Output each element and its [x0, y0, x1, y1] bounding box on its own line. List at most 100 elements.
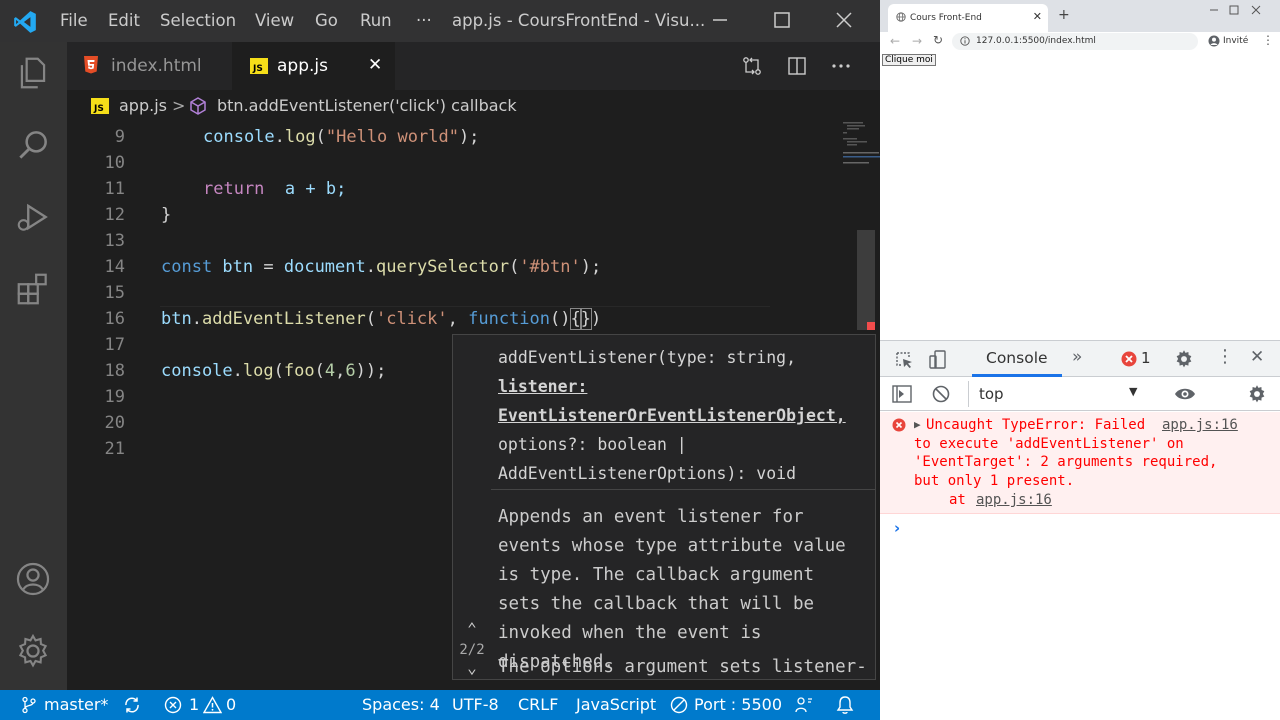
clear-console-icon[interactable]: [932, 385, 950, 403]
breadcrumb-symbol[interactable]: btn.addEventListener('click') callback: [217, 96, 517, 115]
context-selector[interactable]: top ▼: [968, 381, 1146, 407]
new-tab-icon[interactable]: +: [1058, 7, 1070, 23]
breadcrumb-file[interactable]: app.js: [119, 96, 167, 115]
menu-go[interactable]: Go: [315, 11, 338, 30]
line-number: 13: [104, 231, 125, 251]
code-line-16: btn.addEventListener('click', function()…: [161, 308, 602, 330]
line-number: 18: [104, 361, 125, 381]
minimize-icon[interactable]: [708, 8, 732, 32]
menu-view[interactable]: View: [255, 11, 294, 30]
vscode-window: File Edit Selection View Go Run ··· app.…: [0, 0, 880, 720]
menu-more[interactable]: ···: [416, 11, 432, 30]
end-of-line[interactable]: CRLF: [518, 695, 558, 714]
console-settings-icon[interactable]: [1246, 383, 1268, 405]
chrome-menu-icon[interactable]: ⋮: [1262, 33, 1274, 47]
tab-console[interactable]: Console: [986, 349, 1048, 367]
no-entry-icon: [670, 696, 688, 714]
menu-edit[interactable]: Edit: [108, 11, 140, 30]
inspect-element-icon[interactable]: [894, 350, 914, 370]
window-title: app.js - CoursFrontEnd - Visu...: [452, 11, 706, 30]
close-devtools-icon[interactable]: ✕: [1250, 347, 1264, 367]
chrome-window-controls[interactable]: [1206, 4, 1266, 16]
git-branch[interactable]: master*: [44, 695, 108, 714]
indentation[interactable]: Spaces: 4: [362, 695, 440, 714]
more-tabs-icon[interactable]: »: [1072, 347, 1082, 367]
scrollbar-error-marker: [867, 322, 875, 330]
run-debug-icon[interactable]: [14, 198, 52, 236]
stack-source-link[interactable]: app.js:16: [976, 492, 1052, 508]
html5-icon: [84, 56, 98, 74]
console-prompt[interactable]: ›: [894, 519, 900, 537]
url-text: 127.0.0.1:5500/index.html: [976, 36, 1096, 46]
hover-documentation-continued: The options argument sets listener-: [498, 657, 867, 677]
code-editor[interactable]: 9 10 11 12 13 14 15 16 17 18 19 20 21 co…: [67, 122, 880, 690]
menu-selection[interactable]: Selection: [160, 11, 236, 30]
browser-tab[interactable]: Cours Front-End ✕: [888, 4, 1048, 32]
device-toolbar-icon[interactable]: [928, 349, 948, 371]
line-number: 15: [104, 283, 125, 303]
split-editor-icon[interactable]: [785, 54, 809, 78]
compare-changes-icon[interactable]: [740, 54, 764, 78]
tab-app-js[interactable]: JS app.js ✕: [232, 42, 395, 90]
account-icon[interactable]: [14, 560, 52, 598]
previous-signature-icon[interactable]: ⌃: [453, 619, 491, 638]
explorer-icon[interactable]: [14, 54, 52, 92]
more-actions-icon[interactable]: [829, 54, 853, 78]
profile-avatar-icon[interactable]: [1208, 35, 1220, 47]
reload-icon[interactable]: ↻: [933, 33, 943, 47]
extensions-icon[interactable]: [14, 270, 52, 308]
status-bar: master* 1 0 Spaces: 4 UTF-8 CRLF JavaScr…: [0, 690, 880, 720]
signature-navigator: ⌃ 2/2 ⌄: [453, 619, 491, 677]
feedback-person-icon[interactable]: [794, 696, 814, 714]
next-signature-icon[interactable]: ⌄: [453, 658, 491, 677]
tab-label: index.html: [111, 56, 202, 76]
notifications-bell-icon[interactable]: [836, 695, 854, 715]
error-badge-count[interactable]: 1: [1141, 349, 1151, 367]
tab-label: app.js: [277, 56, 328, 76]
line-number: 12: [104, 205, 125, 225]
console-error-message: ▶ Uncaught TypeError: Failed app.js:16 t…: [880, 412, 1280, 514]
error-badge-icon[interactable]: [1121, 351, 1137, 367]
signature-counter: 2/2: [459, 642, 485, 658]
encoding[interactable]: UTF-8: [452, 695, 499, 714]
address-bar[interactable]: 127.0.0.1:5500/index.html: [952, 33, 1198, 50]
tab-close-icon[interactable]: ✕: [368, 55, 382, 75]
tab-index-html[interactable]: index.html: [67, 42, 232, 90]
menu-run[interactable]: Run: [360, 11, 392, 30]
symbol-cube-icon: [190, 97, 206, 115]
show-sidebar-icon[interactable]: [892, 385, 912, 403]
profile-label[interactable]: Invité: [1223, 36, 1248, 46]
browser-tab-close-icon[interactable]: ✕: [1033, 10, 1042, 23]
search-icon[interactable]: [14, 126, 52, 164]
maximize-icon[interactable]: [770, 8, 794, 32]
error-source-link[interactable]: app.js:16: [1162, 417, 1238, 433]
breadcrumb: JS app.js > btn.addEventListener('click'…: [67, 90, 880, 122]
context-value: top: [979, 385, 1004, 403]
error-text-line-2: to execute 'addEventListener' on: [914, 436, 1184, 452]
warning-count[interactable]: 0: [226, 695, 236, 714]
code-line-14: const btn = document.querySelector('#btn…: [161, 257, 602, 277]
devtools-menu-icon[interactable]: ⋮: [1216, 346, 1234, 367]
live-server-port[interactable]: Port : 5500: [694, 695, 782, 714]
editor-scrollbar[interactable]: [857, 230, 875, 330]
error-circle-icon: [164, 696, 182, 714]
back-icon[interactable]: ←: [890, 34, 900, 48]
language-mode[interactable]: JavaScript: [576, 695, 656, 714]
expand-triangle-icon[interactable]: ▶: [914, 418, 921, 431]
live-expression-eye-icon[interactable]: [1174, 385, 1196, 403]
clique-moi-button[interactable]: Clique moi: [882, 54, 936, 66]
devtools-settings-icon[interactable]: [1173, 348, 1195, 370]
menu-file[interactable]: File: [60, 11, 88, 30]
manage-gear-icon[interactable]: [14, 632, 52, 670]
line-number: 20: [104, 413, 125, 433]
forward-icon[interactable]: →: [912, 34, 922, 48]
title-bar: File Edit Selection View Go Run ··· app.…: [0, 0, 880, 42]
line-number: 11: [104, 179, 125, 199]
js-icon: JS: [91, 98, 109, 114]
error-count[interactable]: 1: [189, 695, 199, 714]
close-window-icon[interactable]: [832, 8, 856, 32]
error-text-line-1: Uncaught TypeError: Failed: [926, 417, 1146, 433]
sync-icon[interactable]: [122, 695, 142, 715]
info-icon[interactable]: [960, 36, 970, 46]
minimap[interactable]: [841, 122, 880, 202]
